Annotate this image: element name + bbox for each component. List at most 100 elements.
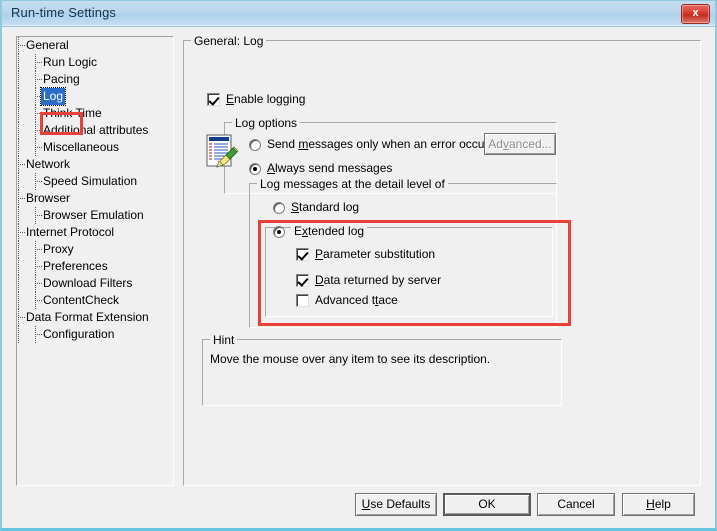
enable-logging-label-rest: nable logging <box>234 92 306 106</box>
radio-always-send[interactable] <box>249 163 261 175</box>
radio-extended-log-label: Extended log <box>291 224 368 238</box>
help-rest: elp <box>654 497 671 511</box>
tree-connector-dash <box>35 334 42 335</box>
tree-item-general[interactable]: General <box>17 37 173 54</box>
tree-item-label: Internet Protocol <box>26 225 115 239</box>
settings-tree[interactable]: General Run Logic Pacing Log Think Time Addit… <box>16 36 174 486</box>
tree-connector-dash <box>35 181 42 182</box>
tree-item-miscellaneous[interactable]: Miscellaneous <box>17 139 173 156</box>
radio-error-only-label-a: Send <box>267 137 299 151</box>
tree-connector-line <box>18 54 19 71</box>
tree-item-label: Network <box>26 157 71 171</box>
tree-item-download-filters[interactable]: Download Filters <box>17 275 173 292</box>
tree-item-label: Additional attributes <box>43 123 149 137</box>
hint-group: Hint <box>202 333 562 406</box>
tree-connector-dash <box>18 198 25 199</box>
tree-connector-dash <box>35 147 42 148</box>
cancel-button[interactable]: Cancel <box>537 493 615 516</box>
tree-item-label: General <box>26 38 69 52</box>
tree-item-browser[interactable]: Browser <box>17 190 173 207</box>
tree-item-log[interactable]: Log <box>17 87 173 106</box>
checkbox-parameter-substitution[interactable] <box>296 248 309 261</box>
tree-item-label: Proxy <box>43 242 74 256</box>
tree-connector-line <box>18 122 19 139</box>
tree-item-proxy[interactable]: Proxy <box>17 241 173 258</box>
log-document-pencil-icon <box>206 134 239 168</box>
tree-connector-line <box>18 207 19 224</box>
tree-item-run-logic[interactable]: Run Logic <box>17 54 173 71</box>
tree-item-data-format-extension[interactable]: Data Format Extension <box>17 309 173 326</box>
advanced-button-b: anced... <box>508 137 552 151</box>
tree-connector-dash <box>35 215 42 216</box>
radio-extended-log[interactable] <box>273 226 285 238</box>
tree-item-label: Think Time <box>43 106 102 120</box>
detail-level-group-title: Log messages at the detail level of <box>257 177 448 191</box>
tree-connector-line <box>18 173 19 190</box>
tree-item-label: Miscellaneous <box>43 140 120 154</box>
tree-item-contentcheck[interactable]: ContentCheck <box>17 292 173 309</box>
radio-always-send-label: Always send messages <box>267 161 393 175</box>
tree-connector-line <box>18 71 19 88</box>
enable-logging-checkbox[interactable] <box>207 93 220 106</box>
tree-item-additional-attributes[interactable]: Additional attributes <box>17 122 173 139</box>
window-title: Run-time Settings <box>11 5 117 20</box>
use-defaults-button[interactable]: Use Defaults <box>355 493 437 516</box>
tree-item-pacing[interactable]: Pacing <box>17 71 173 88</box>
radio-always-send-label-rest: lways send messages <box>275 161 393 175</box>
tree-connector-dash <box>18 45 25 46</box>
tree-connector-line <box>18 139 19 156</box>
checkbox-data-returned-by-server[interactable] <box>296 274 309 287</box>
tree-connector-dash <box>35 283 42 284</box>
enable-logging-label: Enable logging <box>226 92 306 106</box>
radio-standard-log[interactable] <box>273 202 285 214</box>
cb2-a: Advanced t <box>315 293 376 307</box>
title-bar: Run-time Settings x <box>2 1 715 27</box>
checkbox-parameter-substitution-label: Parameter substitution <box>315 247 436 261</box>
tree-item-browser-emulation[interactable]: Browser Emulation <box>17 207 173 224</box>
radio-extended-log-label-rest: tended log <box>308 224 365 238</box>
tree-connector-line <box>18 258 19 275</box>
tree-connector-dash <box>35 96 42 97</box>
tree-connector-dash <box>35 113 42 114</box>
checkbox-data-returned-by-server-label: Data returned by server <box>315 273 442 287</box>
checkbox-advanced-trace[interactable] <box>296 294 309 307</box>
tree-item-label: Data Format Extension <box>26 310 149 324</box>
tree-item-label: ContentCheck <box>43 293 120 307</box>
tree-connector-line <box>18 326 19 343</box>
tree-item-network[interactable]: Network <box>17 156 173 173</box>
radio-standard-log-label-rest: tandard log <box>299 200 360 214</box>
tree-connector-line <box>18 292 19 309</box>
tree-connector-dash <box>35 249 42 250</box>
tree-item-label: Download Filters <box>43 276 133 290</box>
cb2-b: ace <box>378 293 398 307</box>
tree-connector-dash <box>35 300 42 301</box>
tree-connector-dash <box>35 266 42 267</box>
tree-item-think-time[interactable]: Think Time <box>17 105 173 122</box>
tree-connector-dash <box>35 130 42 131</box>
hint-text: Move the mouse over any item to see its … <box>210 352 491 366</box>
use-defaults-rest: se Defaults <box>370 497 431 511</box>
tree-item-label: Preferences <box>43 259 108 273</box>
dialog-client-area: General Run Logic Pacing Log Think Time Addit… <box>2 27 715 527</box>
tree-item-speed-simulation[interactable]: Speed Simulation <box>17 173 173 190</box>
tree-connector-dash <box>18 232 25 233</box>
tree-item-label: Pacing <box>43 72 80 86</box>
close-icon[interactable]: x <box>681 4 710 24</box>
tree-item-label: Log <box>39 87 67 106</box>
ok-button[interactable]: OK <box>443 493 531 516</box>
tree-item-configuration[interactable]: Configuration <box>17 326 173 343</box>
tree-item-preferences[interactable]: Preferences <box>17 258 173 275</box>
checkbox-advanced-trace-label: Advanced ttace <box>315 293 398 307</box>
log-options-group-title: Log options <box>232 116 301 130</box>
tree-connector-line <box>18 105 19 122</box>
runtime-settings-dialog: Run-time Settings x General Run Logic Paci… <box>0 0 717 531</box>
help-button[interactable]: Help <box>622 493 695 516</box>
tree-item-internet-protocol[interactable]: Internet Protocol <box>17 224 173 241</box>
tree-connector-line <box>18 275 19 292</box>
tree-connector-line <box>18 241 19 258</box>
tree-connector-dash <box>18 164 25 165</box>
radio-error-only-label: Send messages only when an error occurs <box>267 137 495 151</box>
radio-error-only[interactable] <box>249 139 261 151</box>
cb0-rest: arameter substitution <box>323 247 436 261</box>
tree-item-label: Run Logic <box>43 55 98 69</box>
